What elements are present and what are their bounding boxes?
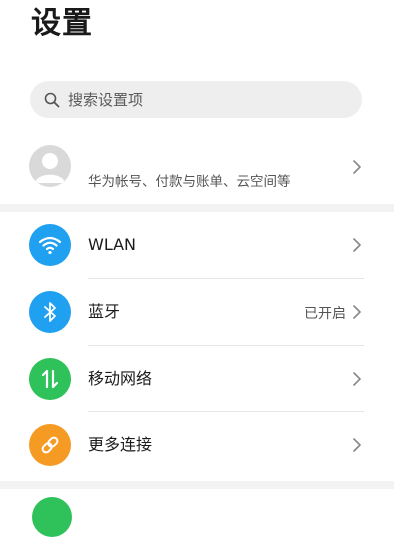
search-placeholder: 搜索设置项 <box>68 91 144 109</box>
page-title: 设置 <box>31 6 93 41</box>
chevron-right-icon <box>352 437 362 453</box>
chevron-right-icon <box>352 304 362 320</box>
search-bar[interactable]: 搜索设置项 <box>30 81 362 118</box>
section-gap <box>0 204 394 212</box>
account-row[interactable]: 华为帐号、付款与账单、云空间等 <box>0 140 394 200</box>
avatar <box>29 145 71 187</box>
settings-item-label: WLAN <box>88 235 137 254</box>
settings-item-mobile-network[interactable]: 移动网络 <box>0 346 394 412</box>
search-icon <box>42 90 62 110</box>
account-subtitle: 华为帐号、付款与账单、云空间等 <box>88 174 291 190</box>
chevron-right-icon <box>352 371 362 387</box>
mobile-network-icon <box>29 358 71 400</box>
settings-item-label: 蓝牙 <box>88 302 121 321</box>
status-value: 已开启 <box>304 306 346 322</box>
section-gap <box>0 481 394 489</box>
settings-item-more-connections[interactable]: 更多连接 <box>0 412 394 478</box>
bluetooth-icon <box>29 291 71 333</box>
link-icon <box>29 424 71 466</box>
chevron-right-icon <box>352 159 362 175</box>
settings-item-label: 更多连接 <box>88 435 153 454</box>
settings-item-bluetooth[interactable]: 蓝牙 已开启 <box>0 279 394 345</box>
chevron-right-icon <box>352 237 362 253</box>
settings-item-wlan[interactable]: WLAN <box>0 212 394 278</box>
settings-item-icon-partial <box>32 497 72 537</box>
wifi-icon <box>29 224 71 266</box>
settings-item-label: 移动网络 <box>88 369 153 388</box>
